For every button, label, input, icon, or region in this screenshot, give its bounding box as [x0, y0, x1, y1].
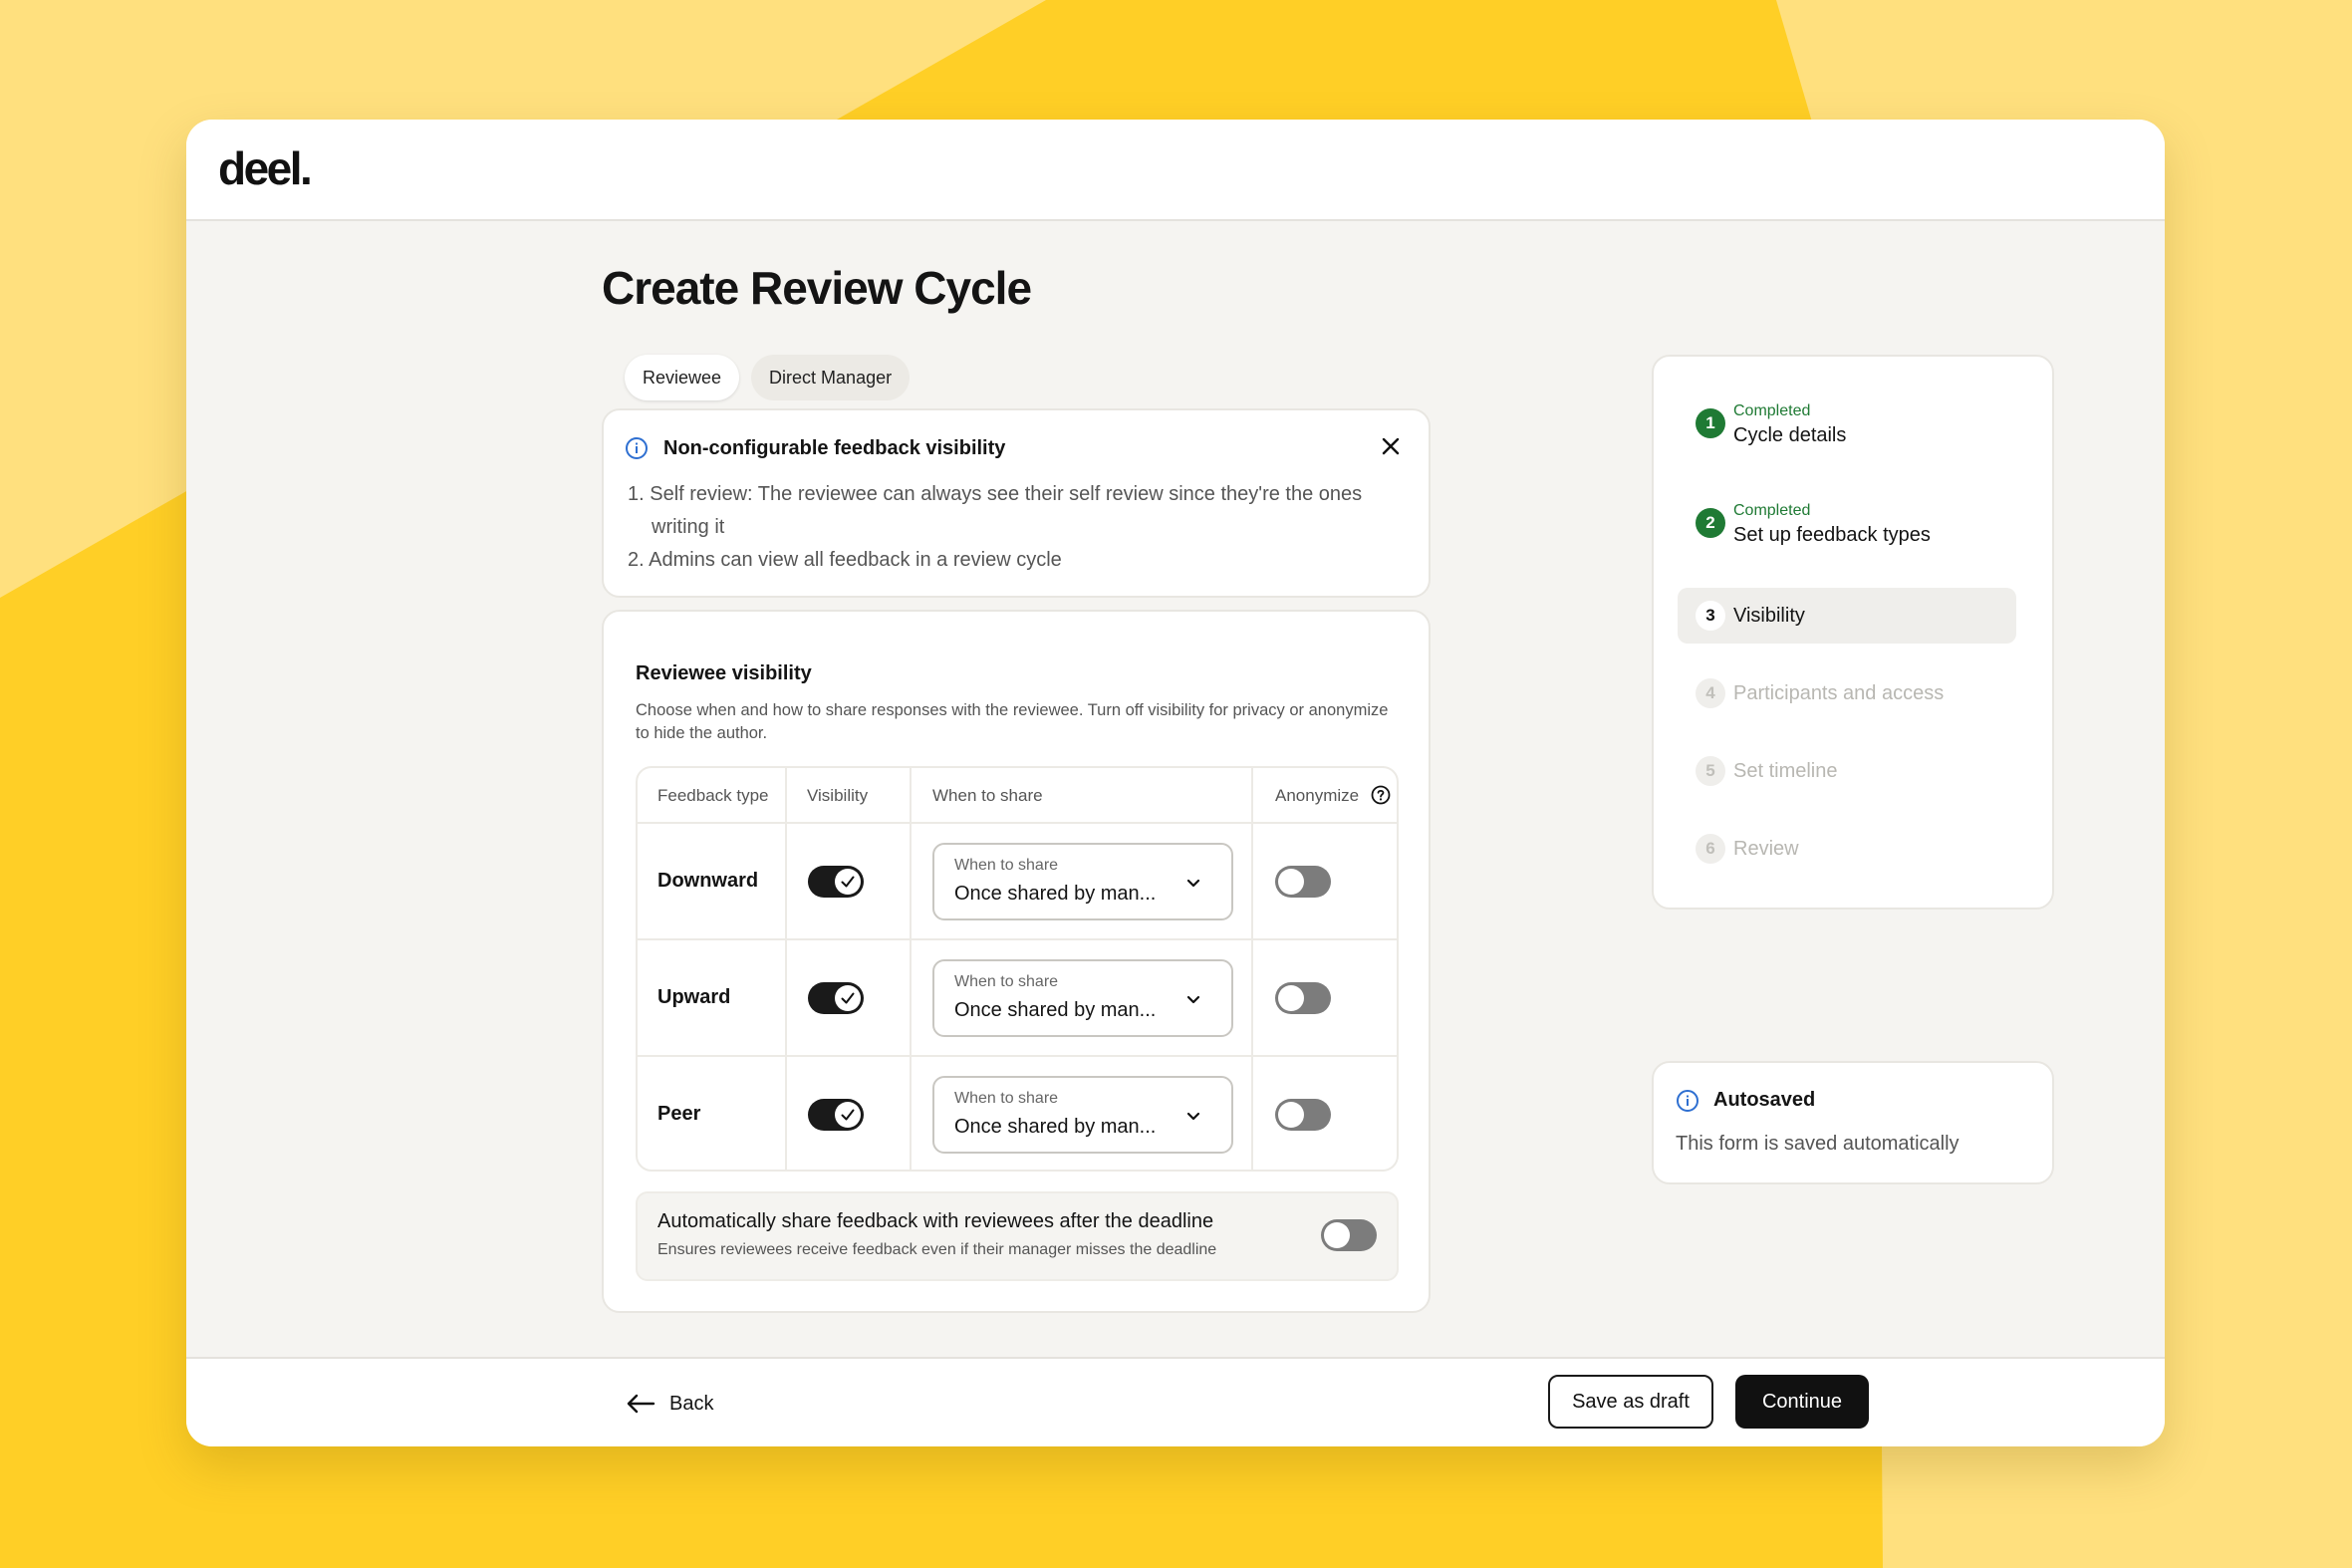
app-window: deel. Create Review Cycle Reviewee Direc…	[186, 120, 2165, 1446]
chevron-down-icon	[1186, 879, 1200, 888]
step-feedback-types[interactable]: 2 Completed Set up feedback types	[1678, 494, 2016, 550]
section-title: Reviewee visibility	[636, 662, 812, 684]
step-name: Visibility	[1733, 605, 1805, 627]
visibility-toggle-upward[interactable]	[808, 982, 864, 1014]
anonymize-toggle-upward[interactable]	[1275, 982, 1331, 1014]
notice-item: 2. Admins can view all feedback in a rev…	[628, 549, 1062, 571]
chevron-down-icon	[1186, 995, 1200, 1004]
column-header-anonymize: Anonymize	[1275, 786, 1360, 805]
step-cycle-details[interactable]: 1 Completed Cycle details	[1678, 394, 2016, 450]
step-participants[interactable]: 4 Participants and access	[1678, 665, 2016, 721]
back-button[interactable]: Back	[626, 1389, 713, 1419]
visibility-toggle-peer[interactable]	[808, 1099, 864, 1131]
progress-steps: 1 Completed Cycle details 2 Completed Se…	[1652, 355, 2054, 910]
auto-share-description: Ensures reviewees receive feedback even …	[657, 1241, 1217, 1258]
step-number: 3	[1696, 601, 1725, 631]
visibility-notice: Non-configurable feedback visibility 1. …	[602, 408, 1431, 598]
anonymize-toggle-downward[interactable]	[1275, 866, 1331, 898]
notice-list: 1. Self review: The reviewee can always …	[628, 478, 1405, 577]
save-draft-button[interactable]: Save as draft	[1548, 1375, 1713, 1429]
check-icon	[841, 992, 855, 1004]
info-icon	[1676, 1089, 1699, 1118]
tab-direct-manager[interactable]: Direct Manager	[751, 355, 911, 400]
auto-share-title: Automatically share feedback with review…	[657, 1210, 1214, 1232]
step-name: Set timeline	[1733, 760, 1838, 782]
autosave-description: This form is saved automatically	[1676, 1133, 1960, 1155]
table-header: Feedback type Visibility When to share A…	[638, 768, 1397, 824]
auto-share-setting: Automatically share feedback with review…	[636, 1191, 1399, 1281]
help-icon[interactable]	[1371, 785, 1391, 810]
reviewee-visibility-card: Reviewee visibility Choose when and how …	[602, 610, 1431, 1313]
auto-share-toggle[interactable]	[1321, 1219, 1377, 1251]
autosave-card: Autosaved This form is saved automatical…	[1652, 1061, 2054, 1184]
continue-button[interactable]: Continue	[1735, 1375, 1869, 1429]
back-label: Back	[669, 1392, 714, 1415]
step-timeline[interactable]: 5 Set timeline	[1678, 743, 2016, 799]
table-row-downward: Downward When to share Once shared by ma…	[638, 824, 1397, 940]
step-name: Cycle details	[1733, 424, 1847, 446]
column-header-when-to-share: When to share	[932, 786, 1043, 805]
step-number: 6	[1696, 834, 1725, 864]
step-number: 4	[1696, 678, 1725, 708]
footer-bar: Back Save as draft Continue	[186, 1357, 2165, 1446]
info-icon	[625, 436, 649, 465]
anonymize-toggle-peer[interactable]	[1275, 1099, 1331, 1131]
tab-reviewee[interactable]: Reviewee	[625, 355, 740, 400]
step-number: 1	[1696, 408, 1725, 438]
step-number: 5	[1696, 756, 1725, 786]
when-to-share-select-upward[interactable]: When to share Once shared by man...	[932, 959, 1233, 1037]
table-row-peer: Peer When to share Once shared by man...	[638, 1057, 1397, 1170]
top-bar: deel.	[186, 120, 2165, 221]
column-header-visibility: Visibility	[807, 786, 869, 805]
close-icon[interactable]	[1379, 434, 1403, 458]
section-description: Choose when and how to share responses w…	[636, 701, 1389, 742]
step-name: Participants and access	[1733, 682, 1945, 704]
step-name: Review	[1733, 838, 1799, 860]
autosave-title: Autosaved	[1713, 1089, 1816, 1111]
feedback-type-label: Downward	[657, 870, 759, 892]
step-name: Set up feedback types	[1733, 524, 1931, 546]
step-review[interactable]: 6 Review	[1678, 821, 2016, 877]
step-status: Completed	[1733, 402, 1811, 419]
check-icon	[841, 1109, 855, 1121]
visibility-toggle-downward[interactable]	[808, 866, 864, 898]
chevron-down-icon	[1186, 1112, 1200, 1121]
page-title: Create Review Cycle	[602, 262, 1032, 314]
deel-logo[interactable]: deel.	[218, 141, 313, 195]
feedback-visibility-table: Feedback type Visibility When to share A…	[636, 766, 1399, 1172]
check-icon	[841, 876, 855, 888]
step-number: 2	[1696, 508, 1725, 538]
column-header-feedback-type: Feedback type	[657, 786, 769, 805]
when-to-share-select-downward[interactable]: When to share Once shared by man...	[932, 843, 1233, 920]
table-row-upward: Upward When to share Once shared by man.…	[638, 940, 1397, 1057]
notice-title: Non-configurable feedback visibility	[663, 437, 1006, 459]
feedback-type-label: Peer	[657, 1103, 701, 1125]
arrow-left-icon	[627, 1394, 655, 1414]
step-status: Completed	[1733, 502, 1811, 519]
tab-bar: Reviewee Direct Manager	[625, 355, 911, 400]
when-to-share-select-peer[interactable]: When to share Once shared by man...	[932, 1076, 1233, 1154]
notice-item: 1. Self review: The reviewee can always …	[628, 483, 1363, 538]
step-visibility[interactable]: 3 Visibility	[1678, 588, 2016, 644]
feedback-type-label: Upward	[657, 986, 731, 1008]
